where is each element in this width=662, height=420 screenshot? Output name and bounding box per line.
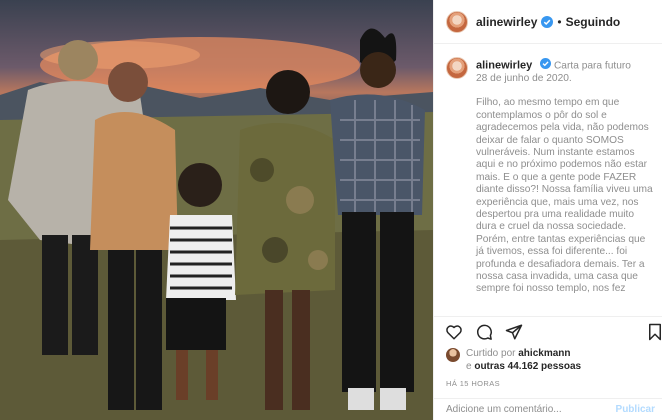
liker-username[interactable]: ahickmann: [518, 348, 570, 359]
paper-plane-icon[interactable]: [504, 322, 524, 342]
liker-avatar[interactable]: [446, 348, 460, 362]
caption-title: Carta para futuro: [553, 60, 631, 72]
verified-badge-icon: [539, 57, 551, 69]
caption-text: Filho, ao mesmo tempo em que contemplamo…: [476, 97, 653, 295]
comment-bar: Publicar: [434, 398, 662, 420]
post-header: alinewirley • Seguindo: [434, 0, 662, 44]
caption-avatar[interactable]: [446, 57, 468, 79]
follow-separator: •: [557, 14, 562, 29]
avatar[interactable]: [446, 10, 468, 33]
likes-conjunction: e: [466, 361, 472, 372]
likes-summary: Curtido por ahickmann e outras 44.162 pe…: [446, 347, 661, 373]
caption-username[interactable]: alinewirley: [476, 60, 532, 72]
follow-status-button[interactable]: Seguindo: [566, 15, 621, 29]
family-sunset-image: [0, 28, 433, 420]
post-side-panel: alinewirley • Seguindo alinewirley Carta…: [433, 0, 662, 420]
publish-button[interactable]: Publicar: [616, 404, 655, 415]
caption-date: 28 de junho de 2020.: [476, 72, 572, 84]
bookmark-icon[interactable]: [645, 322, 662, 342]
comment-bubble-icon[interactable]: [474, 322, 494, 342]
action-bar: [434, 316, 662, 346]
caption-body: alinewirley Carta para futuro 28 de junh…: [476, 57, 656, 315]
post-photo[interactable]: [0, 0, 433, 420]
verified-badge-icon: [541, 15, 554, 28]
comment-input[interactable]: [446, 404, 616, 415]
caption: alinewirley Carta para futuro 28 de junh…: [434, 57, 662, 315]
post-timestamp[interactable]: HÁ 15 HORAS: [446, 379, 500, 388]
heart-icon[interactable]: [444, 322, 464, 342]
likes-prefix: Curtido por: [466, 348, 516, 359]
header-username[interactable]: alinewirley: [476, 15, 537, 29]
likes-count-link[interactable]: outras 44.162 pessoas: [474, 361, 581, 372]
